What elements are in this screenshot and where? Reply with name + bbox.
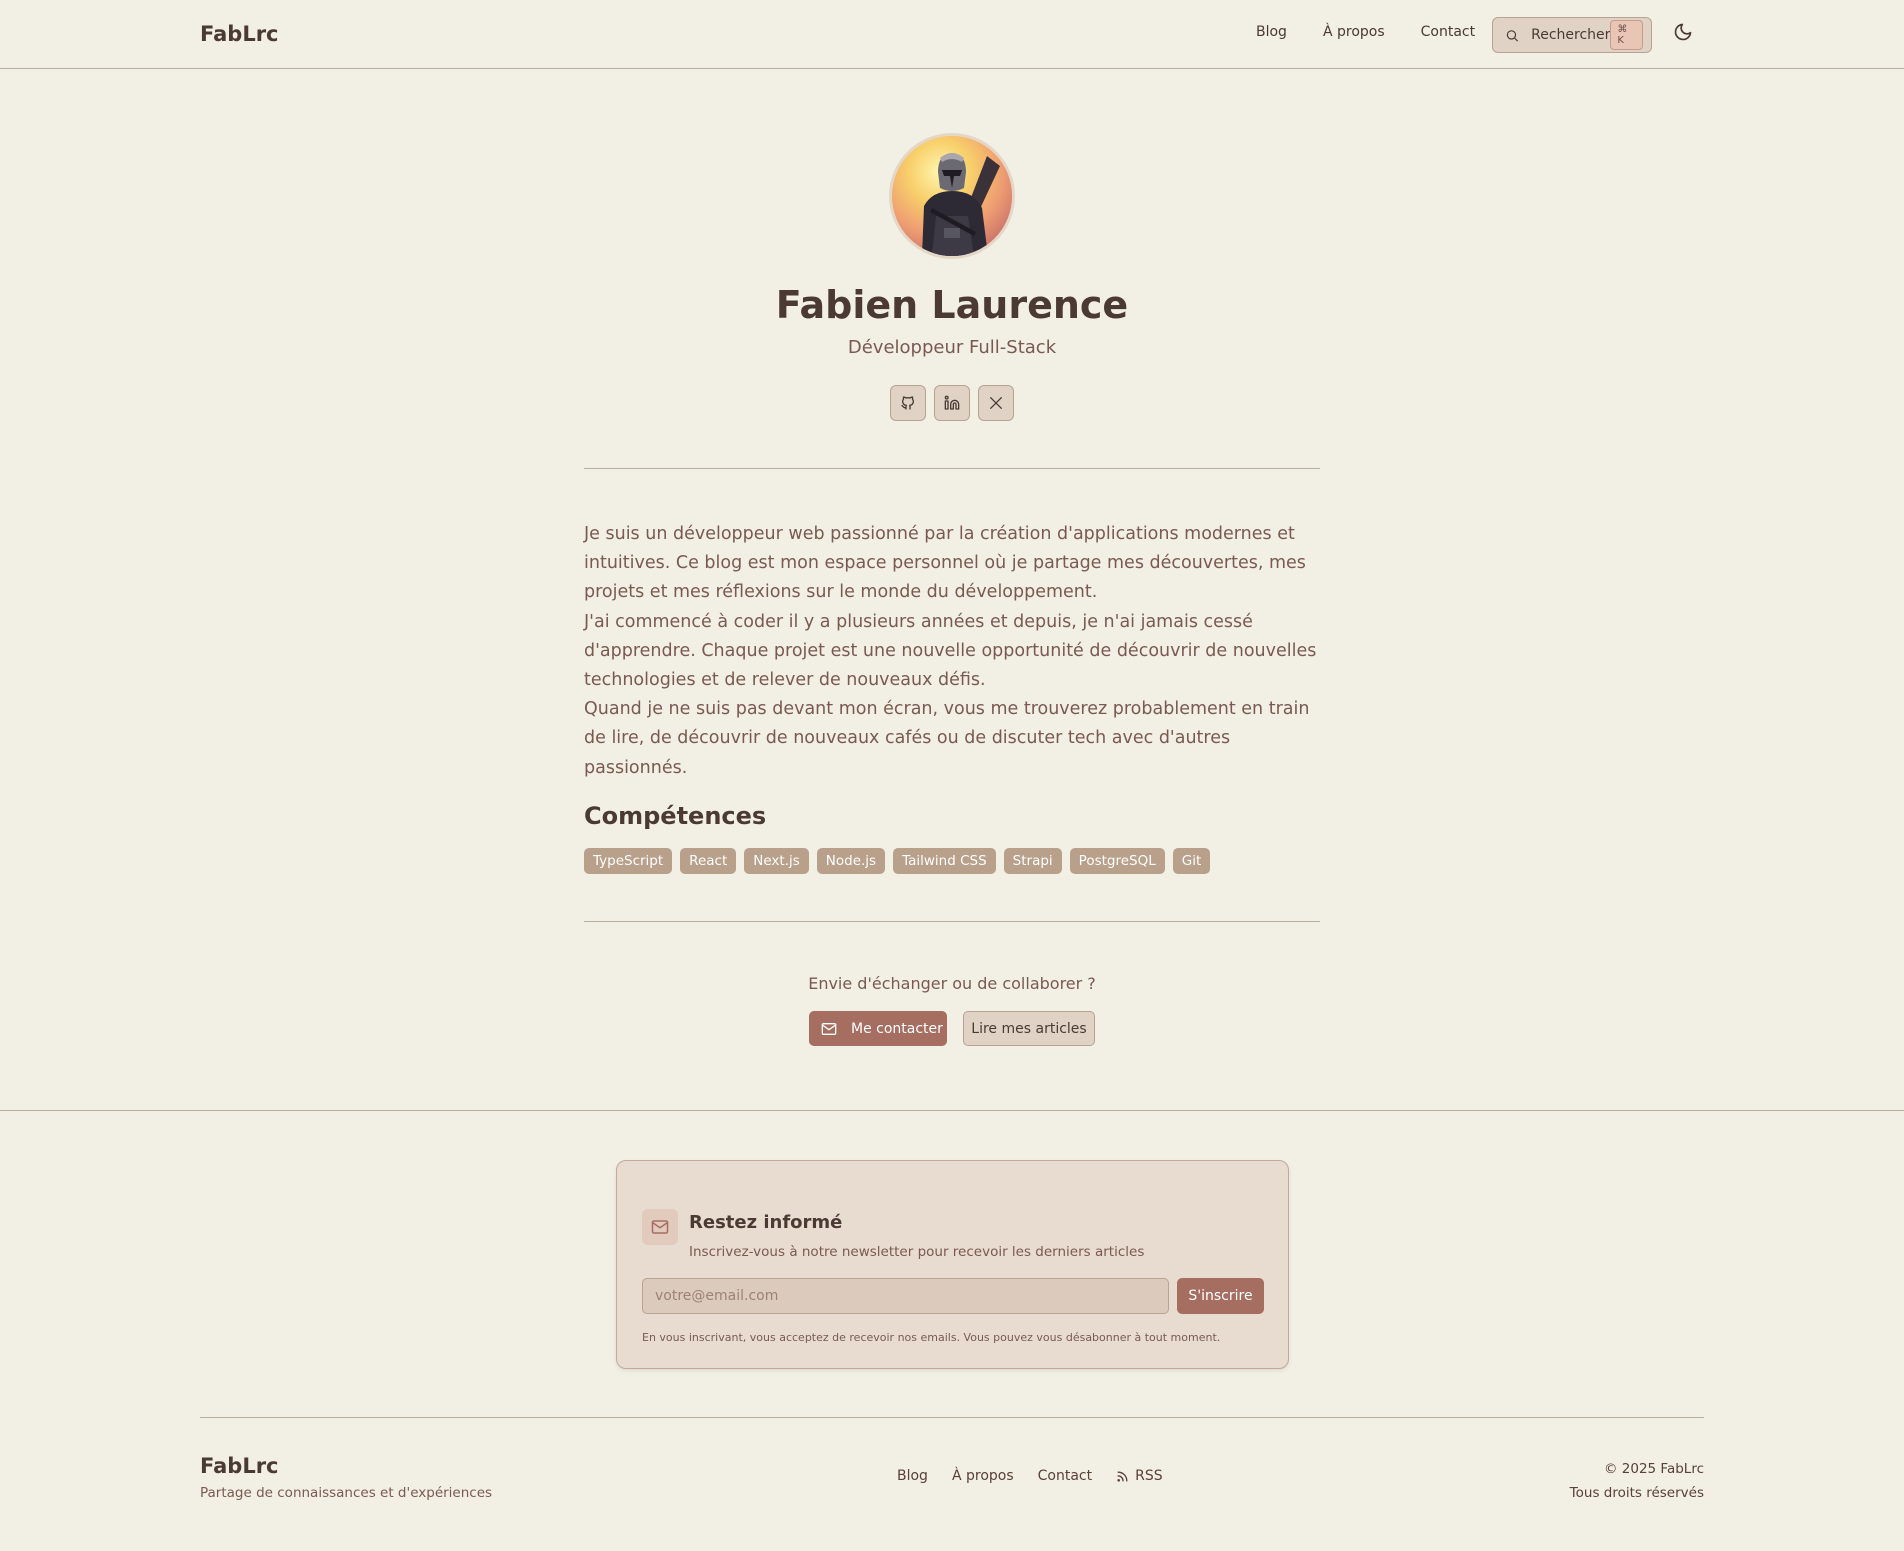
- footer-link-blog[interactable]: Blog: [897, 1468, 928, 1484]
- section-divider: [584, 921, 1320, 922]
- bio-paragraph: Je suis un développeur web passionné par…: [584, 524, 1306, 603]
- linkedin-icon: [944, 395, 960, 410]
- rights-text: Tous droits réservés: [1569, 1485, 1704, 1501]
- footer-link-rss[interactable]: RSS: [1116, 1468, 1163, 1484]
- search-label: Rechercher: [1531, 27, 1611, 43]
- skills-tags: TypeScript React Next.js Node.js Tailwin…: [584, 848, 1211, 874]
- bio-paragraph: Quand je ne suis pas devant mon écran, v…: [584, 699, 1310, 778]
- footer-logo[interactable]: FabLrc: [200, 1454, 279, 1478]
- copyright-text: © 2025 FabLrc: [1603, 1461, 1704, 1477]
- profile-role: Développeur Full-Stack: [847, 337, 1057, 358]
- newsletter-card: Restez informé Inscrivez-vous à notre ne…: [616, 1160, 1289, 1369]
- social-links: [890, 385, 1014, 421]
- newsletter-disclaimer: En vous inscrivant, vous acceptez de rec…: [642, 1331, 1221, 1344]
- contact-button[interactable]: Me contacter: [809, 1011, 947, 1046]
- mail-icon: [821, 1022, 837, 1035]
- newsletter-email-input[interactable]: [642, 1278, 1169, 1314]
- rss-label: RSS: [1135, 1468, 1163, 1484]
- main-nav: Blog À propos Contact: [1256, 24, 1475, 40]
- skill-tag: React: [680, 848, 737, 874]
- skills-heading: Compétences: [584, 802, 767, 830]
- section-divider: [584, 468, 1320, 469]
- search-shortcut-badge: ⌘ K: [1610, 20, 1643, 50]
- x-link[interactable]: [978, 385, 1014, 421]
- footer-link-about[interactable]: À propos: [952, 1468, 1014, 1484]
- search-button[interactable]: Rechercher ⌘ K: [1492, 17, 1652, 53]
- newsletter-title: Restez informé: [689, 1212, 843, 1233]
- footer-top-border: [0, 1110, 1904, 1111]
- moon-icon: [1674, 23, 1692, 41]
- skill-tag: TypeScript: [584, 848, 673, 874]
- nav-about[interactable]: À propos: [1323, 24, 1385, 40]
- bio-section: Je suis un développeur web passionné par…: [584, 520, 1326, 783]
- linkedin-link[interactable]: [934, 385, 970, 421]
- skill-tag: Strapi: [1003, 848, 1062, 874]
- site-logo[interactable]: FabLrc: [200, 22, 279, 46]
- x-icon: [990, 397, 1002, 409]
- skill-tag: Tailwind CSS: [893, 848, 996, 874]
- github-icon: [901, 396, 914, 410]
- skill-tag: Node.js: [816, 848, 886, 874]
- avatar-illustration: [892, 136, 1012, 256]
- newsletter-subscribe-button[interactable]: S'inscrire: [1177, 1278, 1264, 1314]
- skill-tag: Git: [1172, 848, 1211, 874]
- skill-tag: PostgreSQL: [1069, 848, 1165, 874]
- search-icon: [1506, 29, 1518, 41]
- skill-tag: Next.js: [744, 848, 809, 874]
- footer-nav: Blog À propos Contact RSS: [897, 1468, 1163, 1484]
- mail-icon: [651, 1220, 669, 1234]
- rss-icon: [1117, 1471, 1128, 1482]
- avatar: [889, 133, 1015, 259]
- profile-name: Fabien Laurence: [775, 283, 1129, 327]
- bio-paragraph: J'ai commencé à coder il y a plusieurs a…: [584, 611, 1317, 691]
- nav-contact[interactable]: Contact: [1421, 24, 1475, 40]
- newsletter-subtitle: Inscrivez-vous à notre newsletter pour r…: [689, 1244, 1145, 1260]
- footer-link-contact[interactable]: Contact: [1038, 1468, 1092, 1484]
- theme-toggle-button[interactable]: [1673, 22, 1697, 46]
- github-link[interactable]: [890, 385, 926, 421]
- footer-divider: [200, 1417, 1704, 1418]
- newsletter-icon-box: [642, 1209, 678, 1245]
- footer-tagline: Partage de connaissances et d'expérience…: [200, 1485, 493, 1501]
- read-articles-button[interactable]: Lire mes articles: [963, 1011, 1095, 1046]
- footer-copyright: © 2025 FabLrc Tous droits réservés: [1570, 1457, 1704, 1505]
- site-header: FabLrc Blog À propos Contact Rechercher …: [0, 0, 1904, 69]
- nav-blog[interactable]: Blog: [1256, 24, 1287, 40]
- contact-button-label: Me contacter: [851, 1020, 943, 1037]
- cta-text: Envie d'échanger ou de collaborer ?: [808, 974, 1096, 993]
